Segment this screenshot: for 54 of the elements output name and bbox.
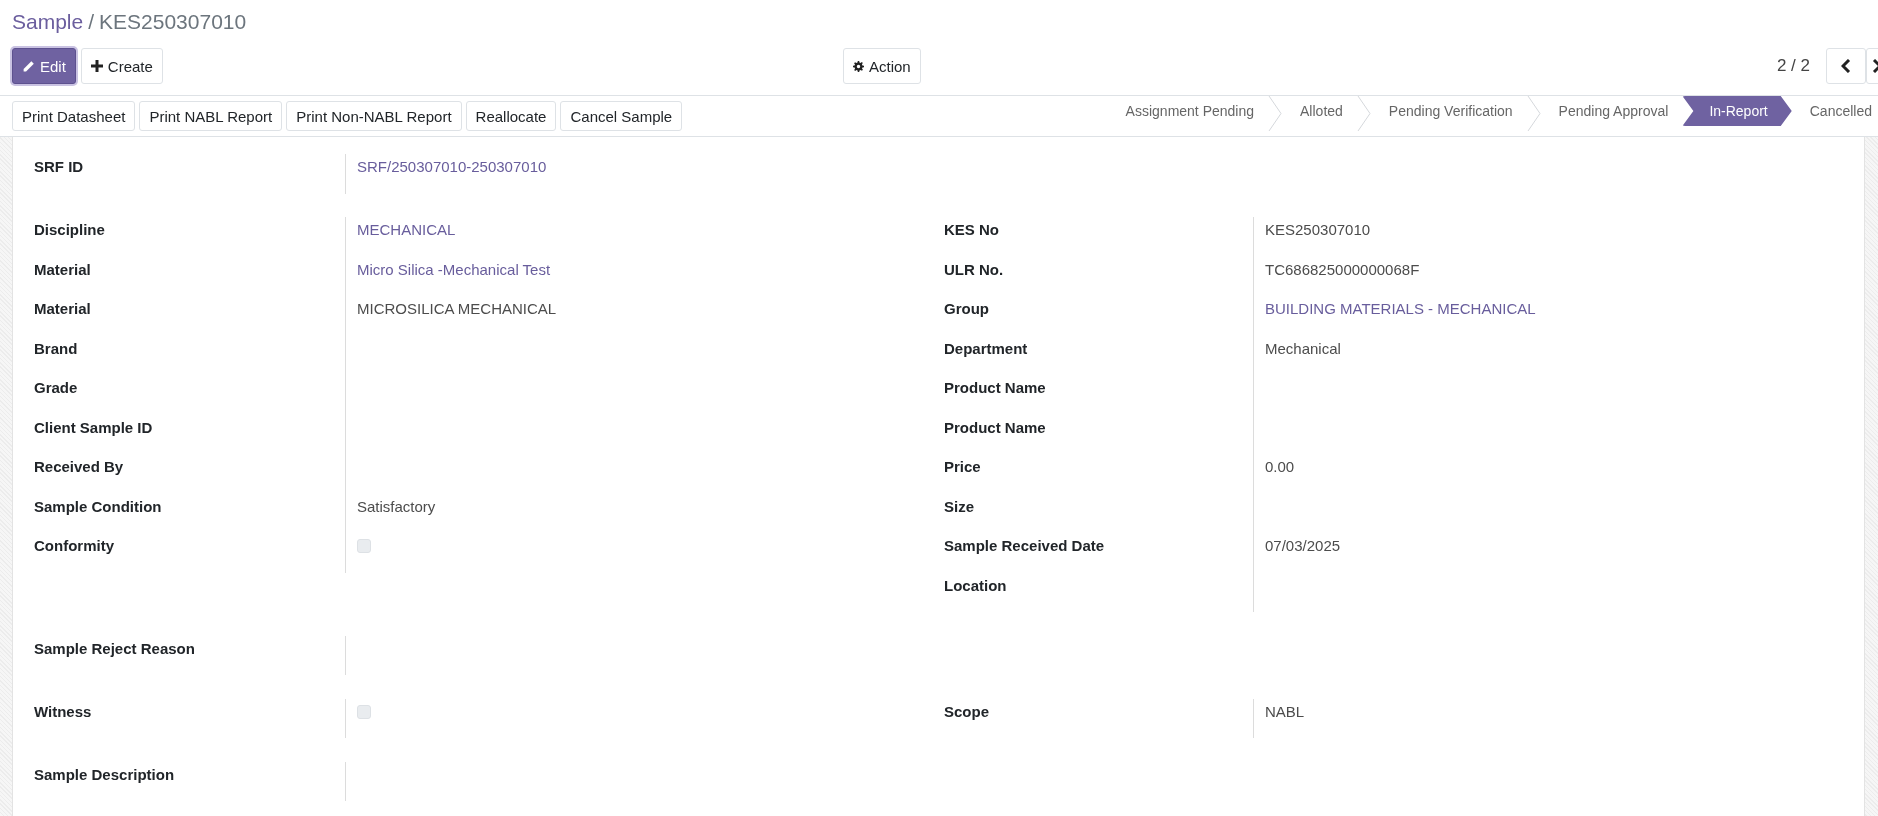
pager-counter: 2 / 2 xyxy=(1776,56,1810,76)
status-step[interactable]: Pending Approval xyxy=(1540,96,1683,126)
field-label: Size xyxy=(944,496,975,517)
field-label: Discipline xyxy=(34,220,106,240)
edit-button[interactable]: Edit xyxy=(12,48,76,84)
field-label: Conformity xyxy=(34,536,115,556)
field-label: Received By xyxy=(34,457,125,477)
field-link[interactable]: MECHANICAL xyxy=(357,221,456,239)
field-label: Price xyxy=(944,457,982,477)
field-label: KES No xyxy=(944,220,1000,240)
field-value: 0.00 xyxy=(1265,458,1295,476)
field-label: Product Name xyxy=(944,378,1047,398)
field-label: Location xyxy=(944,575,1008,596)
field-label: Grade xyxy=(34,378,79,398)
field-label: Witness xyxy=(34,701,93,722)
field-label: ULR No. xyxy=(944,259,1005,280)
header-button[interactable]: Cancel Sample xyxy=(560,101,683,131)
status-step[interactable]: Alloted xyxy=(1282,96,1357,126)
field-label: Sample Description xyxy=(34,764,176,785)
field-label: Material xyxy=(34,259,92,280)
action-button[interactable]: Action xyxy=(843,48,921,84)
field-label: Brand xyxy=(34,338,79,359)
field-value: Satisfactory xyxy=(357,497,436,516)
field-value: 07/03/2025 xyxy=(1265,537,1341,555)
field-label: Sample Reject Reason xyxy=(34,638,196,659)
create-button[interactable]: Create xyxy=(80,48,163,84)
status-step[interactable]: Assignment Pending xyxy=(1107,96,1269,126)
field-value: Mechanical xyxy=(1265,339,1341,358)
status-step[interactable]: Cancelled xyxy=(1791,96,1878,126)
header-button[interactable]: Print Datasheet xyxy=(12,101,136,131)
field-label: Scope xyxy=(944,701,990,722)
field-link[interactable]: SRF/250307010-250307010 xyxy=(357,158,547,176)
breadcrumb-link[interactable]: Sample xyxy=(12,10,84,34)
field-value: MICROSILICA MECHANICAL xyxy=(357,300,557,318)
field-link[interactable]: BUILDING MATERIALS - MECHANICAL xyxy=(1265,300,1536,318)
field-label: Client Sample ID xyxy=(34,417,154,438)
field-link[interactable]: Micro Silica -Mechanical Test xyxy=(357,260,551,279)
header-button[interactable]: Print Non-NABL Report xyxy=(286,101,462,131)
status-step[interactable]: Pending Verification xyxy=(1370,96,1527,126)
field-label: Product Name xyxy=(944,417,1047,438)
field-label: Material xyxy=(34,299,92,319)
status-step[interactable]: In-Report xyxy=(1682,96,1792,126)
header-button[interactable]: Reallocate xyxy=(465,101,557,131)
field-label: Sample Received Date xyxy=(944,536,1106,556)
field-value: TC686825000000068F xyxy=(1265,260,1420,279)
breadcrumb-separator: / xyxy=(88,10,95,34)
field-label: Department xyxy=(944,338,1029,359)
field-value: KES250307010 xyxy=(1265,221,1371,239)
record-title: KES250307010 xyxy=(99,10,247,34)
field-label: SRF ID xyxy=(34,157,85,177)
field-label: Group xyxy=(944,299,990,319)
field-value: NABL xyxy=(1265,702,1305,721)
header-button[interactable]: Print NABL Report xyxy=(139,101,283,131)
field-label: Sample Condition xyxy=(34,496,163,517)
